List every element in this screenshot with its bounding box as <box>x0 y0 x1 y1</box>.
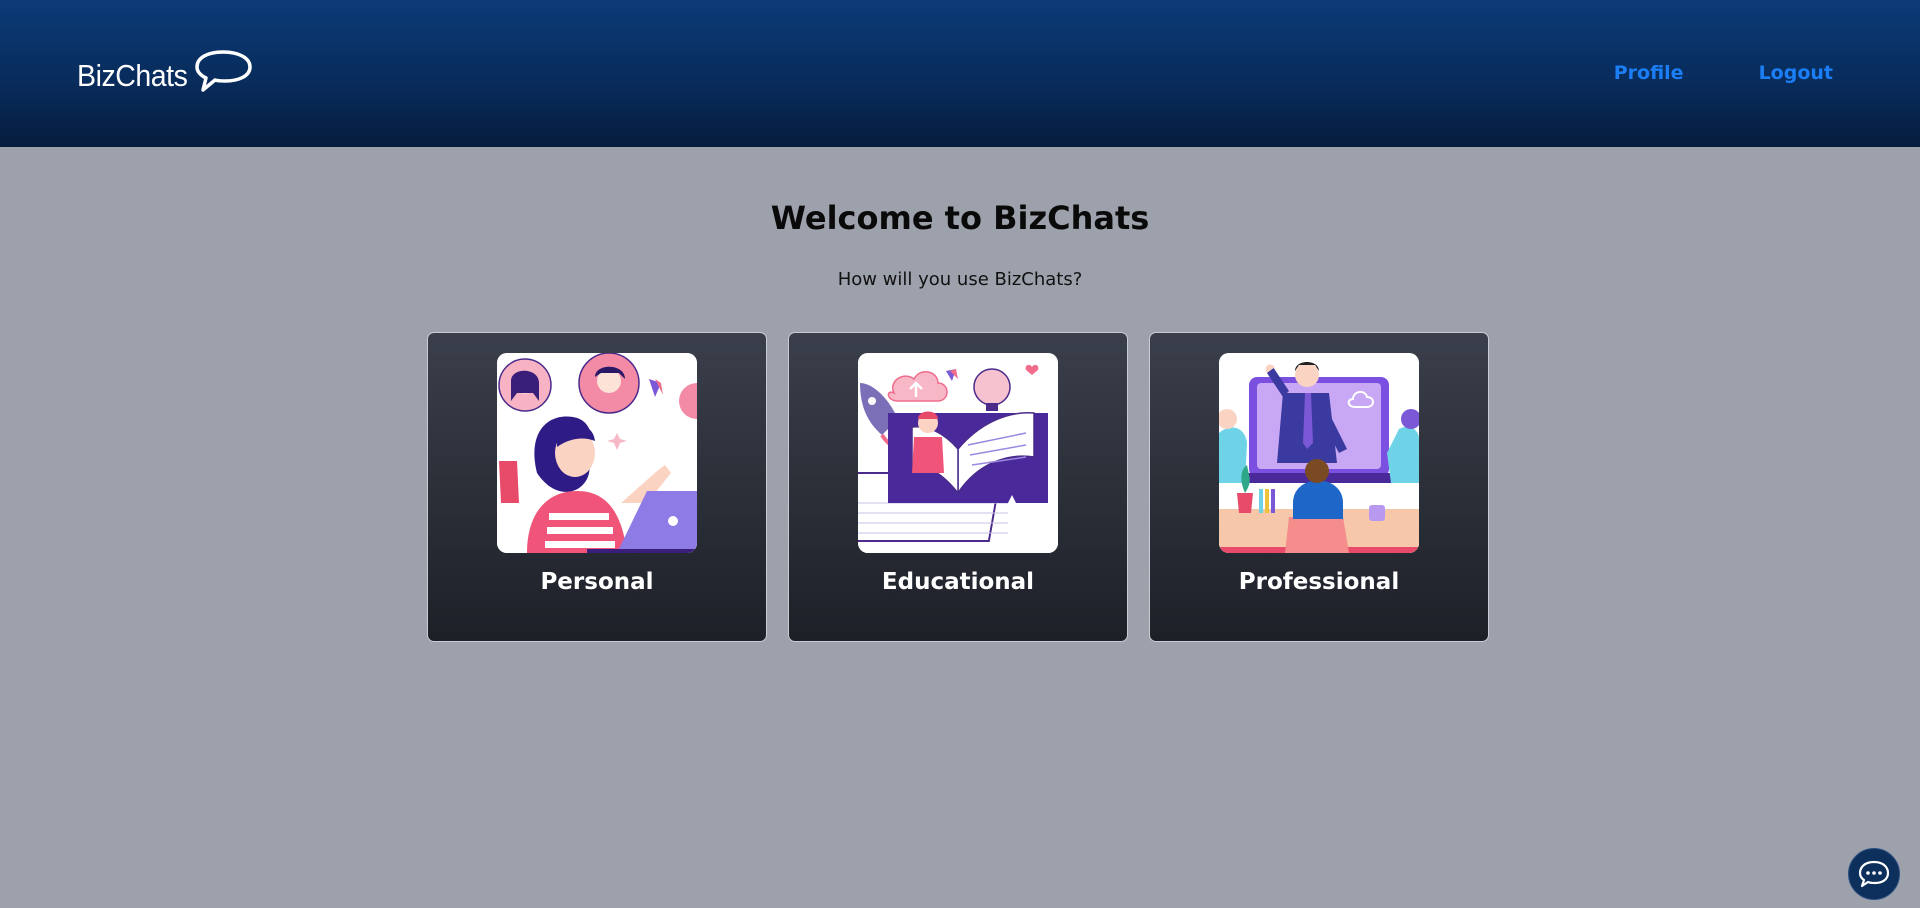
logout-link[interactable]: Logout <box>1759 62 1833 84</box>
educational-card[interactable]: Educational <box>788 332 1128 642</box>
personal-illustration <box>497 353 697 553</box>
page-title: Welcome to BizChats <box>770 199 1150 237</box>
page-subtitle: How will you use BizChats? <box>837 269 1083 290</box>
speech-bubble-icon <box>195 50 252 92</box>
chat-bubble-icon <box>1858 860 1890 888</box>
brand-name: BizChats <box>77 58 188 93</box>
usage-options: Personal Educational Professional <box>427 332 1489 642</box>
top-nav: Profile Logout <box>1614 62 1833 84</box>
profile-link[interactable]: Profile <box>1614 62 1684 84</box>
professional-illustration <box>1219 353 1419 553</box>
brand-logo[interactable]: BizChats <box>77 48 252 94</box>
professional-label: Professional <box>1238 569 1400 595</box>
personal-card[interactable]: Personal <box>427 332 767 642</box>
top-header: BizChats Profile Logout <box>0 0 1920 147</box>
personal-label: Personal <box>540 569 654 595</box>
chat-widget-button[interactable] <box>1848 848 1900 900</box>
educational-illustration <box>858 353 1058 553</box>
professional-card[interactable]: Professional <box>1149 332 1489 642</box>
educational-label: Educational <box>881 569 1035 595</box>
